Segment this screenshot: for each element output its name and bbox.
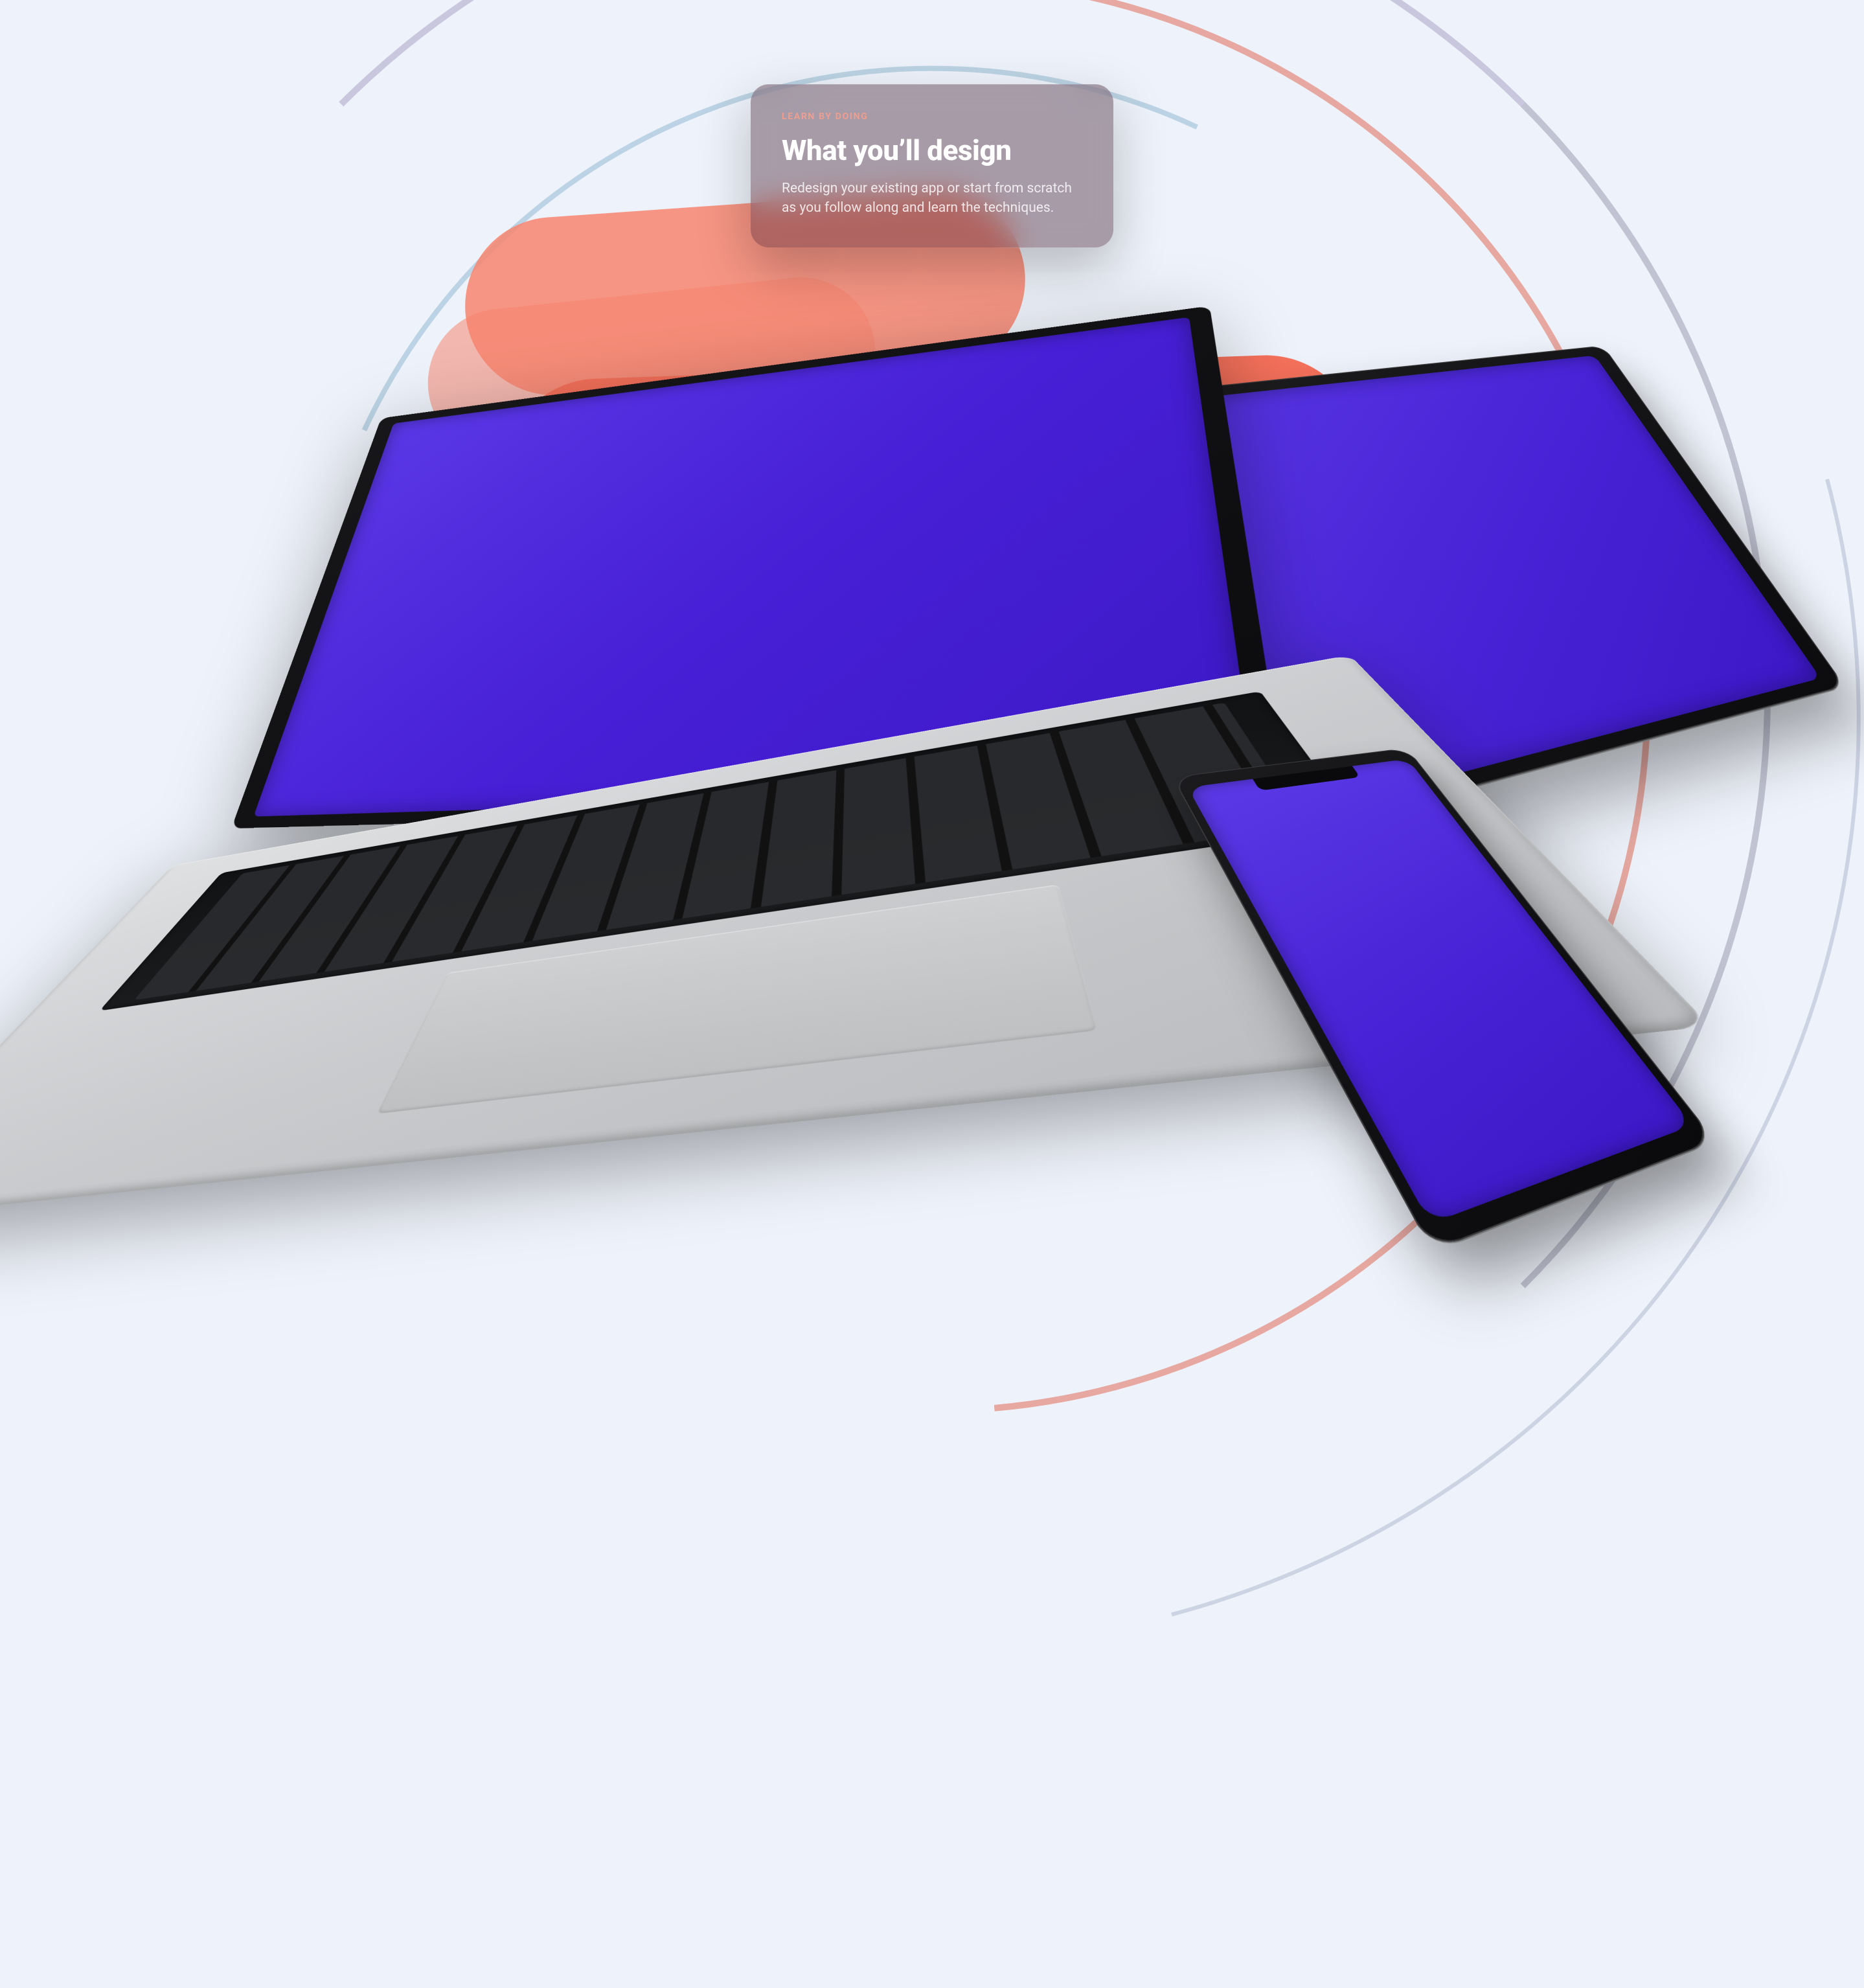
hero-body: Redesign your existing app or start from…: [782, 179, 1082, 218]
background-blobs: [465, 204, 1400, 947]
hero-title: What you’ll design: [782, 133, 1082, 167]
hero-card: LEARN BY DOING What you’ll design Redesi…: [751, 84, 1113, 248]
hero-eyebrow: LEARN BY DOING: [782, 111, 1082, 122]
blob-shape: [536, 712, 1216, 943]
